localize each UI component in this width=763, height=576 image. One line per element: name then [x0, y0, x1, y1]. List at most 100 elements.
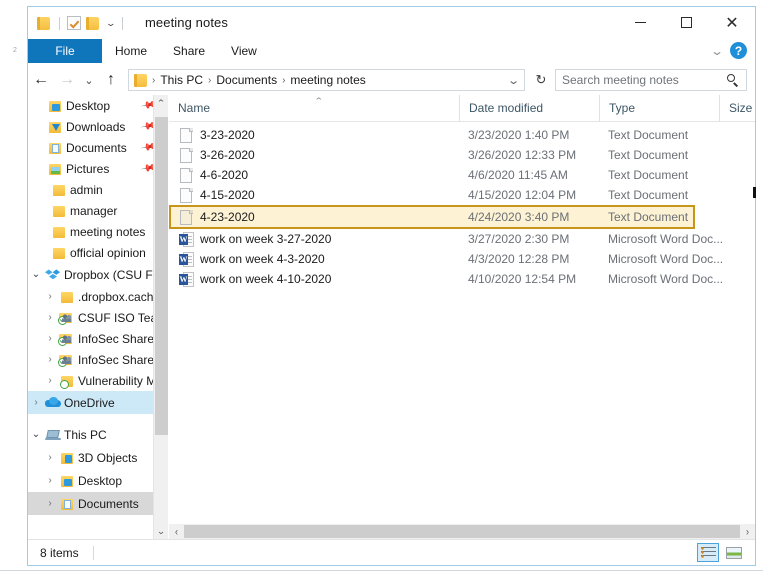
new-folder-icon[interactable]	[86, 16, 101, 30]
sidebar-item-downloads[interactable]: Downloads 📌	[28, 116, 168, 137]
sidebar-item-dropbox-cache[interactable]: › .dropbox.cache	[28, 286, 168, 307]
column-header-size[interactable]: Size	[719, 95, 755, 121]
large-icons-view-button[interactable]	[723, 543, 745, 562]
chevron-right-icon[interactable]: ›	[42, 333, 58, 344]
navigation-pane-scrollbar[interactable]: ⌃ ⌄	[153, 95, 168, 539]
breadcrumb-item-meeting-notes[interactable]: meeting notes	[286, 73, 369, 87]
chevron-right-icon[interactable]: ›	[42, 312, 58, 323]
refresh-icon[interactable]: ↻	[531, 72, 551, 88]
sidebar-item-3d-objects[interactable]: › 3D Objects	[28, 446, 168, 469]
table-row[interactable]: W work on week 4-3-2020 4/3/2020 12:28 P…	[169, 249, 755, 269]
search-input[interactable]: Search meeting notes	[555, 69, 747, 91]
sidebar-item-label: 3D Objects	[78, 450, 138, 465]
sidebar-item-vulnerability-management[interactable]: › Vulnerability Mana	[28, 370, 168, 391]
scrollbar-thumb[interactable]	[184, 525, 740, 538]
file-name-cell[interactable]: W work on week 4-10-2020	[179, 271, 332, 287]
properties-icon[interactable]	[67, 16, 81, 30]
shared-folder-icon	[58, 312, 75, 325]
sidebar-item-desktop-pc[interactable]: › Desktop	[28, 469, 168, 492]
sidebar-item-csuf-iso-team[interactable]: › CSUF ISO Team fo	[28, 307, 168, 328]
forward-button[interactable]: →	[54, 67, 80, 93]
ribbon-right-controls: ⌄ ?	[710, 42, 747, 59]
sidebar-item-infosec-share[interactable]: › InfoSec Share	[28, 328, 168, 349]
column-header-name[interactable]: ⌃ Name	[169, 95, 459, 121]
chevron-down-icon[interactable]: ⌄	[28, 269, 44, 280]
file-type-cell: Text Document	[608, 148, 689, 162]
breadcrumb[interactable]: › This PC › Documents › meeting notes ⌄	[128, 69, 525, 91]
file-list-horizontal-scrollbar[interactable]: ‹ ›	[169, 524, 755, 539]
file-type-cell: Text Document	[608, 210, 689, 224]
chevron-down-icon[interactable]: ⌄	[507, 74, 520, 87]
search-icon[interactable]	[727, 73, 740, 87]
scroll-left-icon[interactable]: ‹	[169, 526, 184, 538]
chevron-right-icon[interactable]: ›	[28, 397, 44, 408]
close-button[interactable]: ✕	[709, 7, 755, 38]
window-controls: ✕	[617, 7, 755, 38]
chevron-right-icon[interactable]: ›	[42, 452, 58, 463]
tab-view[interactable]: View	[218, 39, 270, 63]
address-bar: ← → ⌄ ↑ › This PC › Documents › meeting …	[28, 65, 755, 95]
scrollbar-thumb[interactable]	[155, 117, 168, 435]
scroll-down-icon[interactable]: ⌄	[153, 523, 168, 539]
chevron-down-icon[interactable]: ⌄	[710, 44, 724, 58]
sidebar-item-this-pc[interactable]: ⌄ This PC	[28, 423, 168, 446]
chevron-right-icon[interactable]: ›	[42, 291, 58, 302]
chevron-right-icon[interactable]: ›	[42, 354, 58, 365]
ribbon-tab-bar: File Home Share View ⌄ ?	[28, 39, 755, 63]
file-date-cell: 3/26/2020 12:33 PM	[468, 148, 577, 162]
table-row[interactable]: 3-23-2020 3/23/2020 1:40 PM Text Documen…	[169, 125, 755, 145]
back-button[interactable]: ←	[28, 67, 54, 93]
help-icon[interactable]: ?	[730, 42, 747, 59]
shared-folder-icon	[58, 354, 75, 367]
scroll-up-icon[interactable]: ⌃	[153, 95, 168, 111]
column-header-type[interactable]: Type	[599, 95, 719, 121]
sidebar-item-infosec-shared-ro[interactable]: › InfoSec Shared Ro	[28, 349, 168, 370]
column-header-date-modified[interactable]: Date modified	[459, 95, 599, 121]
file-name-cell[interactable]: 3-23-2020	[180, 127, 255, 143]
breadcrumb-item-this-pc[interactable]: This PC	[156, 73, 207, 87]
up-button[interactable]: ↑	[98, 67, 124, 93]
file-name-cell[interactable]: 3-26-2020	[180, 147, 255, 163]
scroll-right-icon[interactable]: ›	[740, 526, 755, 538]
table-row[interactable]: W work on week 4-10-2020 4/10/2020 12:54…	[169, 269, 755, 289]
sidebar-item-desktop[interactable]: Desktop 📌	[28, 95, 168, 116]
sidebar-item-pictures[interactable]: Pictures 📌	[28, 158, 168, 179]
file-name-cell[interactable]: W work on week 3-27-2020	[179, 231, 331, 247]
sidebar-item-documents-pc[interactable]: › Documents	[28, 492, 168, 515]
sort-ascending-icon: ⌃	[313, 96, 324, 106]
table-row[interactable]: 4-15-2020 4/15/2020 12:04 PM Text Docume…	[169, 185, 755, 205]
tab-share[interactable]: Share	[160, 39, 218, 63]
maximize-button[interactable]	[663, 7, 709, 38]
file-name-cell[interactable]: 4-15-2020	[180, 187, 255, 203]
tab-home[interactable]: Home	[102, 39, 160, 63]
breadcrumb-item-documents[interactable]: Documents	[212, 73, 281, 87]
chevron-down-icon[interactable]: ⌄	[28, 429, 44, 440]
table-row[interactable]: 4-6-2020 4/6/2020 11:45 AM Text Document	[169, 165, 755, 185]
minimize-button[interactable]	[617, 7, 663, 38]
sidebar-item-onedrive[interactable]: › OneDrive	[28, 391, 168, 414]
sidebar-item-label: Pictures	[66, 161, 110, 176]
sidebar-item-official-opinion[interactable]: official opinion	[28, 242, 168, 263]
chevron-right-icon[interactable]: ›	[42, 375, 58, 386]
file-name-cell[interactable]: W work on week 4-3-2020	[179, 251, 325, 267]
table-row[interactable]: W work on week 3-27-2020 3/27/2020 2:30 …	[169, 229, 755, 249]
chevron-right-icon[interactable]: ›	[42, 475, 58, 486]
sidebar-item-admin[interactable]: admin	[28, 179, 168, 200]
sidebar-item-documents[interactable]: Documents 📌	[28, 137, 168, 158]
sidebar-item-dropbox[interactable]: ⌄ Dropbox (CSU Fulle	[28, 263, 168, 286]
file-explorer-window: ⌄ meeting notes ✕ File Home Share View ⌄…	[27, 6, 756, 566]
recent-locations-button[interactable]: ⌄	[80, 67, 98, 93]
file-name-cell[interactable]: 4-6-2020	[180, 167, 248, 183]
file-name-cell[interactable]: 4-23-2020	[180, 209, 255, 225]
selection-border-right	[693, 207, 695, 227]
sidebar-item-meeting-notes[interactable]: meeting notes	[28, 221, 168, 242]
folder-documents-icon	[46, 142, 63, 154]
chevron-right-icon[interactable]: ›	[42, 498, 58, 509]
sidebar-item-manager[interactable]: manager	[28, 200, 168, 221]
chevron-down-icon[interactable]: ⌄	[105, 18, 116, 28]
table-row[interactable]: 3-26-2020 3/26/2020 12:33 PM Text Docume…	[169, 145, 755, 165]
table-row-selected[interactable]: 4-23-2020 4/24/2020 3:40 PM Text Documen…	[169, 205, 695, 229]
details-view-button[interactable]	[697, 543, 719, 562]
tab-file[interactable]: File	[28, 39, 102, 63]
file-name-label: work on week 4-10-2020	[200, 272, 332, 286]
